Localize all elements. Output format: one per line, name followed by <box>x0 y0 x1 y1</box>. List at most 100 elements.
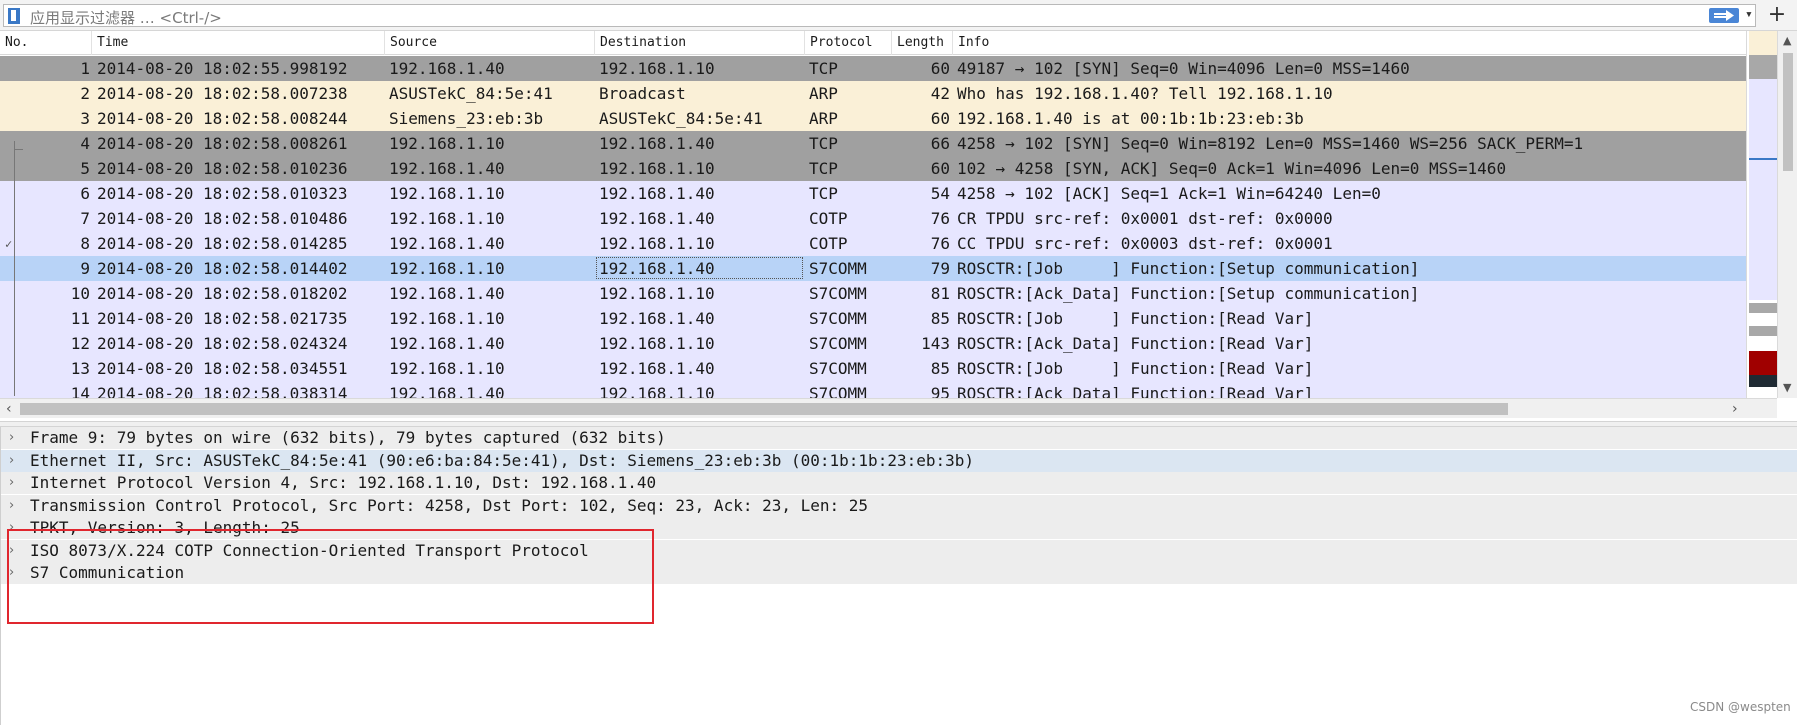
cell-time: 2014-08-20 18:02:58.007238 <box>97 84 348 103</box>
scroll-down-icon[interactable]: ▼ <box>1783 381 1791 394</box>
packet-row[interactable]: 4 2014-08-20 18:02:58.008261 192.168.1.10 1… <box>0 131 1746 156</box>
packet-list-vertical-scrollbar[interactable]: ▲ ▼ <box>1777 31 1797 398</box>
chevron-right-icon[interactable]: › <box>9 472 14 494</box>
detail-tree-item[interactable]: › Internet Protocol Version 4, Src: 192.1… <box>1 472 1797 494</box>
cell-length: 143 <box>921 334 950 353</box>
minimap-syn-segment <box>1749 303 1777 313</box>
cell-no: 2 <box>80 84 90 103</box>
cell-destination: Broadcast <box>599 84 686 103</box>
packet-row[interactable]: 7 2014-08-20 18:02:58.010486 192.168.1.10 1… <box>0 206 1746 231</box>
cell-length: 60 <box>930 59 950 78</box>
cell-destination: 192.168.1.10 <box>599 384 715 398</box>
cell-info: Who has 192.168.1.40? Tell 192.168.1.10 <box>957 84 1333 103</box>
packet-row[interactable]: 10 2014-08-20 18:02:58.018202 192.168.1.40… <box>0 281 1746 306</box>
packet-row[interactable]: 8 2014-08-20 18:02:58.014285 192.168.1.40 1… <box>0 231 1746 256</box>
packet-row[interactable]: 5 2014-08-20 18:02:58.010236 192.168.1.40 1… <box>0 156 1746 181</box>
detail-tree-item[interactable]: › Ethernet II, Src: ASUSTekC_84:5e:41 (90… <box>1 449 1797 472</box>
add-filter-button[interactable]: + <box>1764 2 1790 27</box>
packet-row[interactable]: 6 2014-08-20 18:02:58.010323 192.168.1.10 1… <box>0 181 1746 206</box>
cell-source: 192.168.1.40 <box>389 284 505 303</box>
cell-length: 85 <box>930 309 950 328</box>
cell-time: 2014-08-20 18:02:58.014402 <box>97 259 348 278</box>
cell-time: 2014-08-20 18:02:55.998192 <box>97 59 348 78</box>
bookmark-icon[interactable] <box>8 8 20 24</box>
cell-source: 192.168.1.10 <box>389 184 505 203</box>
related-packet-icon: ✓ <box>5 237 13 251</box>
cell-destination: 192.168.1.10 <box>599 59 715 78</box>
minimap-error-segment <box>1749 351 1777 375</box>
packet-minimap[interactable] <box>1746 31 1777 398</box>
chevron-right-icon[interactable]: › <box>9 427 14 449</box>
cell-protocol: S7COMM <box>809 284 867 303</box>
packet-row[interactable]: 1 2014-08-20 18:02:55.998192 192.168.1.40 1… <box>0 56 1746 81</box>
packet-row[interactable]: 14 2014-08-20 18:02:58.038314 192.168.1.40… <box>0 381 1746 398</box>
scroll-right-icon[interactable]: › <box>1732 401 1738 417</box>
cell-length: 79 <box>930 259 950 278</box>
cell-destination: 192.168.1.40 <box>599 309 715 328</box>
cell-time: 2014-08-20 18:02:58.021735 <box>97 309 348 328</box>
cell-info: 192.168.1.40 is at 00:1b:1b:23:eb:3b <box>957 109 1304 128</box>
cell-source: ASUSTekC_84:5e:41 <box>389 84 553 103</box>
cell-time: 2014-08-20 18:02:58.008261 <box>97 134 348 153</box>
minimap-tcp-segment <box>1749 79 1777 159</box>
cell-destination: ASUSTekC_84:5e:41 <box>599 109 763 128</box>
cell-source: 192.168.1.40 <box>389 384 505 398</box>
cell-length: 60 <box>930 109 950 128</box>
detail-tree-label: Frame 9: 79 bytes on wire (632 bits), 79… <box>30 428 666 447</box>
packet-row[interactable]: 2 2014-08-20 18:02:58.007238 ASUSTekC_84:5… <box>0 81 1746 106</box>
minimap-dark-segment <box>1749 375 1777 387</box>
cell-length: 60 <box>930 159 950 178</box>
conversation-tree-line <box>14 141 15 396</box>
arrow-right-icon <box>1714 10 1734 21</box>
cell-protocol: S7COMM <box>809 309 867 328</box>
packet-row[interactable]: 13 2014-08-20 18:02:58.034551 192.168.1.10… <box>0 356 1746 381</box>
chevron-right-icon[interactable]: › <box>9 495 14 517</box>
cell-length: 66 <box>930 134 950 153</box>
detail-tree-label: Ethernet II, Src: ASUSTekC_84:5e:41 (90:… <box>30 450 975 470</box>
column-header-destination[interactable]: Destination <box>595 31 805 55</box>
detail-tree-item[interactable]: › Transmission Control Protocol, Src Port… <box>1 494 1797 517</box>
column-header-protocol[interactable]: Protocol <box>805 31 892 55</box>
apply-filter-button[interactable] <box>1709 8 1739 23</box>
column-header-source[interactable]: Source <box>385 31 595 55</box>
display-filter-toolbar: 应用显示过滤器 … <Ctrl-/> ▾ + <box>0 0 1797 31</box>
column-header-time[interactable]: Time <box>92 31 385 55</box>
cell-time: 2014-08-20 18:02:58.018202 <box>97 284 348 303</box>
scroll-left-icon[interactable]: ‹ <box>6 401 12 417</box>
cell-protocol: COTP <box>809 209 848 228</box>
cell-info: ROSCTR:[Ack_Data] Function:[Read Var] <box>957 334 1314 353</box>
cell-protocol: TCP <box>809 159 838 178</box>
horizontal-scroll-thumb[interactable] <box>20 403 1508 415</box>
column-header-info[interactable]: Info <box>953 31 1746 55</box>
minimap-syn-segment <box>1749 326 1777 336</box>
cell-length: 54 <box>930 184 950 203</box>
vertical-scroll-thumb[interactable] <box>1783 53 1793 171</box>
packet-row[interactable]: 12 2014-08-20 18:02:58.024324 192.168.1.40… <box>0 331 1746 356</box>
packet-row-selected[interactable]: 9 2014-08-20 18:02:58.014402 192.168.1.10 1… <box>0 256 1746 281</box>
cell-info: ROSCTR:[Job ] Function:[Read Var] <box>957 359 1314 378</box>
packet-list-horizontal-scrollbar[interactable]: ‹ › <box>0 398 1777 418</box>
chevron-right-icon[interactable]: › <box>9 450 14 472</box>
filter-placeholder: 应用显示过滤器 … <Ctrl-/> <box>30 9 222 27</box>
detail-tree-item[interactable]: › Frame 9: 79 bytes on wire (632 bits), 7… <box>1 427 1797 449</box>
cell-time: 2014-08-20 18:02:58.014285 <box>97 234 348 253</box>
cell-destination: 192.168.1.10 <box>599 159 715 178</box>
cell-source: Siemens_23:eb:3b <box>389 109 544 128</box>
scroll-up-icon[interactable]: ▲ <box>1783 34 1791 47</box>
display-filter-input[interactable]: 应用显示过滤器 … <Ctrl-/> ▾ <box>3 4 1756 27</box>
packet-row[interactable]: 11 2014-08-20 18:02:58.021735 192.168.1.10… <box>0 306 1746 331</box>
cell-length: 76 <box>930 234 950 253</box>
cell-time: 2014-08-20 18:02:58.008244 <box>97 109 348 128</box>
cell-protocol: TCP <box>809 184 838 203</box>
column-header-length[interactable]: Length <box>892 31 953 55</box>
chevron-down-icon[interactable]: ▾ <box>1745 7 1753 22</box>
focused-cell-outline <box>596 257 803 279</box>
cell-source: 192.168.1.40 <box>389 334 505 353</box>
cell-destination: 192.168.1.10 <box>599 334 715 353</box>
cell-info: 4258 → 102 [SYN] Seq=0 Win=8192 Len=0 MS… <box>957 134 1584 153</box>
cell-time: 2014-08-20 18:02:58.024324 <box>97 334 348 353</box>
packet-row[interactable]: 3 2014-08-20 18:02:58.008244 Siemens_23:eb… <box>0 106 1746 131</box>
cell-protocol: S7COMM <box>809 384 867 398</box>
detail-tree-label: Transmission Control Protocol, Src Port:… <box>30 495 869 515</box>
column-header-no[interactable]: No. <box>0 31 92 55</box>
